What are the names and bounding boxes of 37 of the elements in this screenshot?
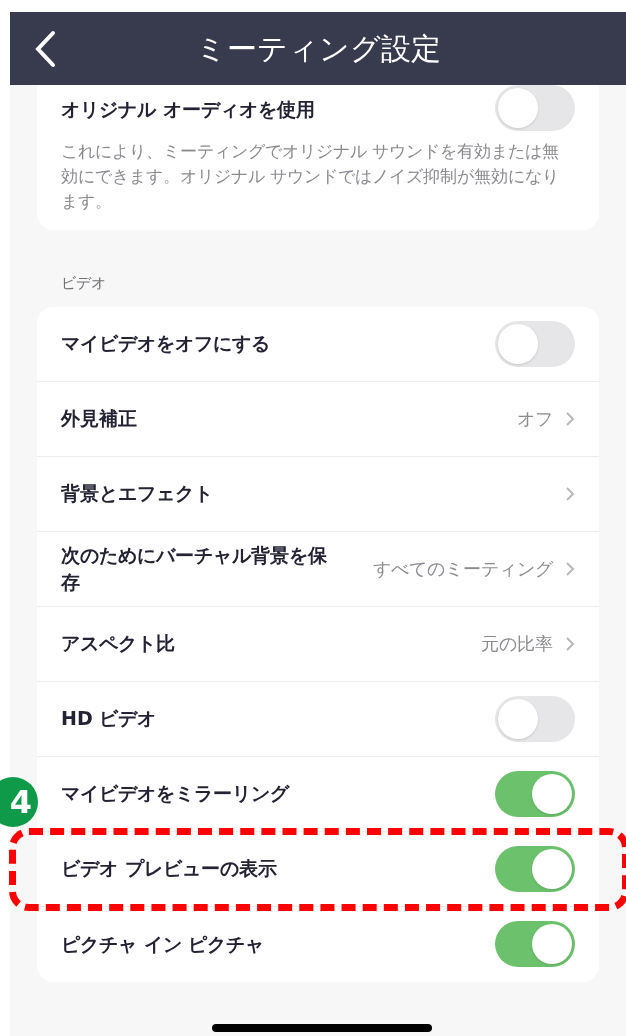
setting-description: これにより、ミーティングでオリジナル サウンドを有効または無効にできます。オリジナル サウンドではノイズ抑制が無効になります。 — [61, 140, 561, 213]
section-heading: ビデオ — [61, 273, 107, 294]
settings-row[interactable]: マイビデオをオフにする — [37, 306, 599, 382]
toggle-switch[interactable] — [495, 695, 575, 742]
toggle-switch[interactable] — [495, 770, 575, 817]
row-label: 次のためにバーチャル背景を保存 — [61, 543, 328, 595]
row-value: すべてのミーティング — [373, 557, 553, 581]
chevron-right-icon — [565, 635, 575, 652]
settings-row[interactable]: 背景とエフェクト — [37, 456, 599, 532]
row-label: マイビデオをミラーリング — [61, 781, 289, 807]
row-label: 背景とエフェクト — [61, 481, 213, 507]
settings-row[interactable]: 外見補正 オフ — [37, 381, 599, 457]
settings-row[interactable]: ピクチャ イン ピクチャ — [37, 906, 599, 982]
setting-title: オリジナル オーディオを使用 — [61, 97, 315, 122]
row-value: 元の比率 — [481, 632, 553, 656]
row-value: オフ — [517, 407, 553, 431]
settings-row[interactable]: 次のためにバーチャル背景を保存 すべてのミーティング — [37, 531, 599, 607]
chevron-right-icon — [565, 560, 575, 577]
row-label: ピクチャ イン ピクチャ — [61, 931, 265, 957]
chevron-right-icon — [565, 485, 575, 502]
settings-row[interactable]: アスペクト比 元の比率 — [37, 606, 599, 682]
toggle-switch[interactable] — [495, 921, 575, 967]
step-number: 4 — [9, 782, 32, 823]
chevron-right-icon — [565, 410, 575, 427]
toggle-switch[interactable] — [495, 320, 575, 367]
settings-row[interactable]: マイビデオをミラーリング — [37, 756, 599, 832]
row-label: アスペクト比 — [61, 631, 175, 657]
row-label: マイビデオをオフにする — [61, 331, 270, 357]
toggle-switch[interactable] — [495, 85, 575, 131]
back-icon[interactable] — [34, 29, 56, 68]
row-label: ビデオ プレビューの表示 — [61, 856, 277, 882]
settings-row[interactable]: HD ビデオ — [37, 681, 599, 757]
toggle-switch[interactable] — [495, 845, 575, 892]
screen-title: ミーティング設定 — [195, 30, 441, 68]
row-label: HD ビデオ — [61, 706, 157, 732]
row-label: 外見補正 — [61, 406, 137, 432]
settings-row[interactable]: ビデオ プレビューの表示 — [37, 831, 599, 907]
